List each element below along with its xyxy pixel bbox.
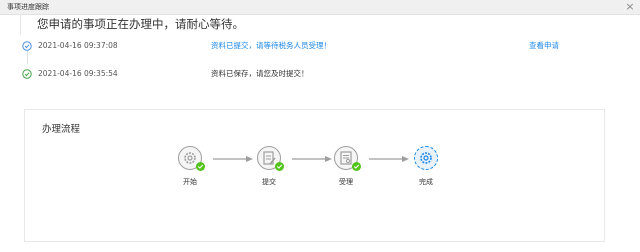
flow-title: 办理流程 xyxy=(42,124,81,135)
step-label: 开始 xyxy=(183,178,197,186)
timeline-connector xyxy=(27,51,28,64)
window-title: 事项进度跟踪 xyxy=(7,3,49,11)
gear-icon xyxy=(420,152,432,164)
flow-arrow-icon xyxy=(369,156,409,162)
progress-record: 2021-04-16 09:35:54 资料已保存，请您及时提交！ xyxy=(20,64,620,86)
step-icon-container xyxy=(414,146,438,170)
record-time: 2021-04-16 09:35:54 xyxy=(38,69,118,78)
step-label: 完成 xyxy=(419,178,433,186)
process-flow-panel: 办理流程 开始 提交 受理 完成 xyxy=(24,109,605,242)
check-badge-icon xyxy=(196,162,205,171)
close-button[interactable]: × xyxy=(624,1,636,13)
flow-step-complete: 完成 xyxy=(406,146,446,192)
step-label: 受理 xyxy=(339,178,353,186)
progress-record: 2021-04-16 09:37:08 资料已提交，请等待税务人员受理！ 查看申… xyxy=(20,36,620,58)
record-message: 资料已提交，请等待税务人员受理！ xyxy=(211,41,331,50)
status-banner-text: 您申请的事项正在办理中，请耐心等待。 xyxy=(37,17,244,31)
record-time: 2021-04-16 09:37:08 xyxy=(38,41,118,50)
check-badge-icon xyxy=(275,162,284,171)
view-application-link[interactable]: 查看申请 xyxy=(529,41,559,51)
step-label: 提交 xyxy=(262,178,276,186)
check-badge-icon xyxy=(352,162,361,171)
window-titlebar: 事项进度跟踪 × xyxy=(0,0,640,15)
check-circle-icon xyxy=(22,41,32,51)
flow-arrow-icon xyxy=(213,156,253,162)
status-banner: 您申请的事项正在办理中，请耐心等待。 xyxy=(20,14,621,35)
flow-step-accept: 受理 xyxy=(326,146,366,192)
flow-step-start: 开始 xyxy=(170,146,210,192)
record-message: 资料已保存，请您及时提交！ xyxy=(211,69,309,78)
check-circle-icon xyxy=(22,69,32,79)
flow-step-submit: 提交 xyxy=(249,146,289,192)
